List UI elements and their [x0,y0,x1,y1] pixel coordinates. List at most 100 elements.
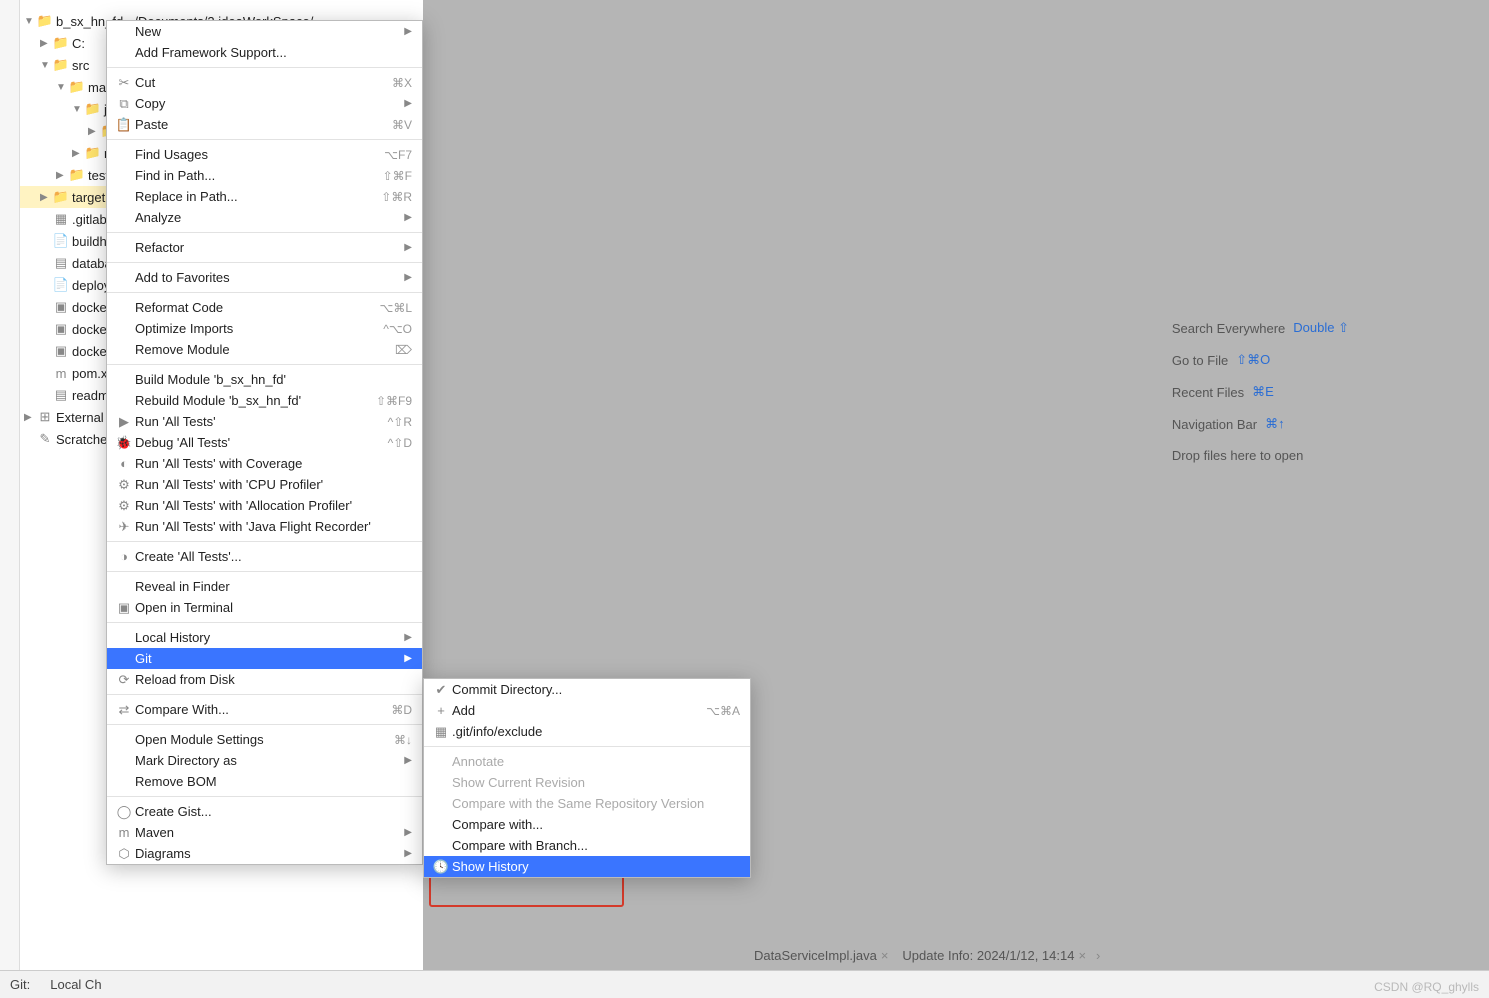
menu-item-label: Find Usages [135,147,384,162]
menu-item-label: Remove BOM [135,774,412,789]
tab-dataservice[interactable]: DataServiceImpl.java× [750,948,892,963]
hint-goto-file: Go to File ⇧⌘O [1172,352,1349,368]
expand-arrow-icon[interactable]: ▼ [56,82,68,93]
menu-item-add-to-favorites[interactable]: Add to Favorites▶ [107,267,422,288]
menu-item-compare-with[interactable]: ⇄Compare With...⌘D [107,699,422,720]
create-icon: ◑ [113,549,135,564]
expand-arrow-icon[interactable]: ▶ [24,412,36,423]
hint-recent-files: Recent Files ⌘E [1172,384,1349,400]
dc-icon: ▣ [52,343,70,359]
expand-arrow-icon[interactable]: ▼ [72,104,84,115]
menu-item-rebuild-module-b-sx-hn-fd[interactable]: Rebuild Module 'b_sx_hn_fd'⇧⌘F9 [107,390,422,411]
menu-item-new[interactable]: New ▶ [107,21,422,42]
menu-item-compare-with-branch[interactable]: Compare with Branch... [424,835,750,856]
menu-item-reformat-code[interactable]: Reformat Code⌥⌘L [107,297,422,318]
menu-item-add[interactable]: +Add⌥⌘A [424,700,750,721]
menu-item-remove-bom[interactable]: Remove BOM [107,771,422,792]
tree-item-label: src [72,58,89,73]
menu-item-label: Annotate [452,754,740,769]
close-icon[interactable]: × [1078,948,1086,963]
tab-update-info[interactable]: Update Info: 2024/1/12, 14:14× [898,948,1090,963]
menu-item-reload-from-disk[interactable]: ⟳Reload from Disk [107,669,422,690]
expand-arrow-icon[interactable]: ▶ [72,148,84,159]
close-icon[interactable]: × [881,948,889,963]
menu-item-copy[interactable]: ⧉Copy▶ [107,93,422,114]
menu-item-run-all-tests-with-allocation-profiler[interactable]: ⚙Run 'All Tests' with 'Allocation Profil… [107,495,422,516]
menu-item-label: .git/info/exclude [452,724,740,739]
menu-item-label: Local History [135,630,398,645]
expand-arrow-icon[interactable]: ▼ [24,16,36,27]
menu-item-analyze[interactable]: Analyze▶ [107,207,422,228]
submenu-arrow-icon: ▶ [404,827,412,838]
submenu-arrow-icon: ▶ [404,98,412,109]
menu-item-label: Show History [452,859,740,874]
diagram-icon: ⬡ [113,846,135,862]
expand-arrow-icon[interactable]: ▶ [88,126,100,137]
dc-icon: ▣ [52,299,70,315]
menu-item-create-gist[interactable]: ◯Create Gist... [107,801,422,822]
tree-item-label: target [72,190,105,205]
menu-item-create-all-tests[interactable]: ◑Create 'All Tests'... [107,546,422,567]
menu-item-show-history[interactable]: 🕓Show History [424,856,750,877]
menu-item-cut[interactable]: ✂Cut⌘X [107,72,422,93]
menu-item-run-all-tests-with-coverage[interactable]: ◐Run 'All Tests' with Coverage [107,453,422,474]
copy-icon: ⧉ [113,96,135,112]
menu-item-shortcut: ⌦ [395,343,412,357]
expand-arrow-icon[interactable]: ▶ [40,38,52,49]
menu-item-label: Compare with the Same Repository Version [452,796,740,811]
menu-item-remove-module[interactable]: Remove Module⌦ [107,339,422,360]
expand-arrow-icon[interactable]: ▼ [40,60,52,71]
menu-item-refactor[interactable]: Refactor▶ [107,237,422,258]
menu-item-shortcut: ⌘X [392,76,412,90]
menu-item-find-usages[interactable]: Find Usages⌥F7 [107,144,422,165]
menu-item-replace-in-path[interactable]: Replace in Path...⇧⌘R [107,186,422,207]
menu-item-paste[interactable]: 📋Paste⌘V [107,114,422,135]
menu-item-label: Replace in Path... [135,189,381,204]
github-icon: ◯ [113,804,135,820]
menu-item-label: Show Current Revision [452,775,740,790]
menu-item-diagrams[interactable]: ⬡Diagrams▶ [107,843,422,864]
menu-item-label: Run 'All Tests' with 'Java Flight Record… [135,519,412,534]
menu-item-commit-directory[interactable]: ✔Commit Directory... [424,679,750,700]
menu-item-run-all-tests-with-java-flight-recorder[interactable]: ✈Run 'All Tests' with 'Java Flight Recor… [107,516,422,537]
menu-item-run-all-tests[interactable]: ▶Run 'All Tests'^⇧R [107,411,422,432]
menu-item-build-module-b-sx-hn-fd[interactable]: Build Module 'b_sx_hn_fd' [107,369,422,390]
menu-item-shortcut: ⇧⌘F9 [376,394,412,408]
menu-item-show-current-revision: Show Current Revision [424,772,750,793]
tool-window-stripe[interactable] [0,0,20,998]
menu-item-compare-with[interactable]: Compare with... [424,814,750,835]
folder-icon: 📁 [52,35,70,51]
menu-item-label: Cut [135,75,392,90]
menu-item-find-in-path[interactable]: Find in Path...⇧⌘F [107,165,422,186]
menu-item-reveal-in-finder[interactable]: Reveal in Finder [107,576,422,597]
menu-item-optimize-imports[interactable]: Optimize Imports^⌥O [107,318,422,339]
expand-arrow-icon[interactable]: ▶ [40,192,52,203]
menu-item-label: Create 'All Tests'... [135,549,412,564]
cut-icon: ✂ [113,75,135,91]
menu-item-shortcut: ⌥⌘L [379,301,412,315]
menu-item-add-framework-support[interactable]: Add Framework Support... [107,42,422,63]
local-changes-tab[interactable]: Local Ch [40,977,111,992]
menu-item-shortcut: ⌘↓ [394,733,412,747]
submenu-arrow-icon: ▶ [404,26,412,37]
menu-item-debug-all-tests[interactable]: 🐞Debug 'All Tests'^⇧D [107,432,422,453]
expand-arrow-icon[interactable]: ▶ [56,170,68,181]
exclude-icon: ▦ [430,724,452,740]
menu-item-run-all-tests-with-cpu-profiler[interactable]: ⚙Run 'All Tests' with 'CPU Profiler' [107,474,422,495]
history-icon: 🕓 [430,859,452,875]
menu-item-maven[interactable]: mMaven▶ [107,822,422,843]
menu-item-label: Refactor [135,240,398,255]
submenu-arrow-icon: ▶ [404,755,412,766]
hint-drop-files: Drop files here to open [1172,448,1349,463]
menu-item-shortcut: ⌥⌘A [706,704,740,718]
menu-item-mark-directory-as[interactable]: Mark Directory as ▶ [107,750,422,771]
folder-icon: 📁 [36,13,54,29]
menu-item-label: New [135,24,398,39]
menu-item-open-module-settings[interactable]: Open Module Settings⌘↓ [107,729,422,750]
menu-item-git[interactable]: Git▶ [107,648,422,669]
menu-item-label: Mark Directory as [135,753,398,768]
menu-item-git-info-exclude[interactable]: ▦.git/info/exclude [424,721,750,742]
folder-icon: 📁 [68,79,86,95]
menu-item-local-history[interactable]: Local History▶ [107,627,422,648]
menu-item-open-in-terminal[interactable]: ▣Open in Terminal [107,597,422,618]
